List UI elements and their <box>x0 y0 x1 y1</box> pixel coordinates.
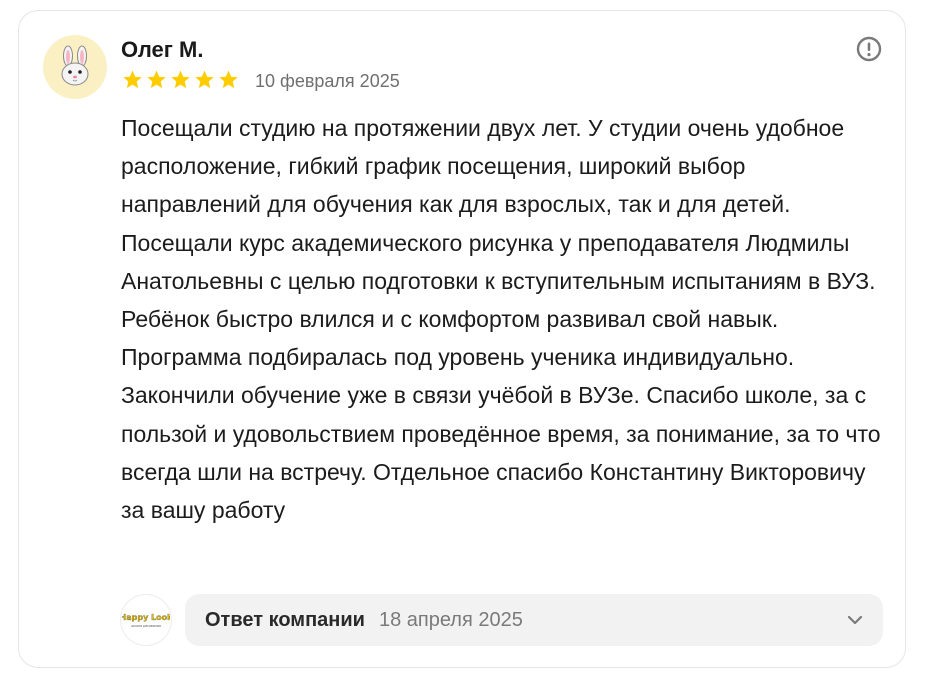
review-date: 10 февраля 2025 <box>255 71 400 91</box>
company-logo[interactable]: Happy Look школа рисования <box>120 594 172 646</box>
report-button[interactable] <box>855 35 883 63</box>
bunny-face-icon <box>61 45 89 86</box>
company-logo-subtext: школа рисования <box>131 624 161 628</box>
star-icon <box>171 70 190 89</box>
company-reply-toggle[interactable]: Ответ компании 18 апреля 2025 <box>185 594 883 646</box>
exclamation-circle-icon <box>856 36 882 62</box>
author-name[interactable]: Олег М. <box>121 37 203 63</box>
company-reply-label: Ответ компании <box>205 608 365 631</box>
star-icon <box>123 70 142 89</box>
company-reply-date: 18 апреля 2025 <box>378 608 523 631</box>
happy-look-logo-icon: Happy Look школа рисования <box>122 597 170 643</box>
review-text: Посещали студию на протяжении двух лет. … <box>121 115 881 524</box>
chevron-down-icon <box>847 615 863 625</box>
rating-stars <box>121 69 240 91</box>
star-icon <box>219 70 238 89</box>
author-avatar[interactable] <box>43 35 107 99</box>
review-card: Олег М. 10 февраля 2025 Посещали студию … <box>18 10 906 668</box>
star-icon <box>195 70 214 89</box>
company-logo-text: Happy Look <box>122 613 170 622</box>
star-icon <box>147 70 166 89</box>
